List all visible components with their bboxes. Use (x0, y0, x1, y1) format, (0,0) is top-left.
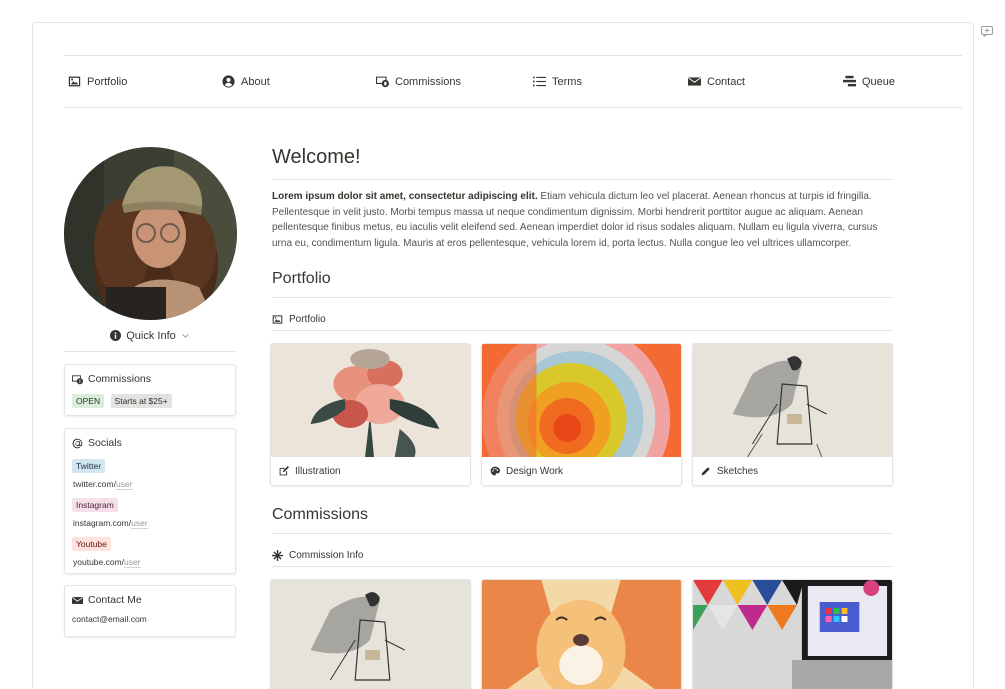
instagram-link[interactable]: instagram.com/user (73, 518, 228, 529)
nav-label: Commissions (395, 75, 462, 88)
commissions-card-title: Commissions (88, 373, 152, 385)
top-nav: Portfolio About Commissions Terms Contac… (64, 55, 962, 108)
contact-card: Contact Me contact@email.com (64, 585, 236, 637)
gallery-card-sketches[interactable]: Sketches (692, 343, 893, 486)
nav-label: Terms (552, 75, 582, 88)
sketches-thumbnail (693, 344, 892, 457)
image-icon (272, 314, 283, 324)
nav-contact[interactable]: Contact (688, 75, 745, 88)
commission-card-sketch[interactable] (270, 579, 471, 689)
commissions-card: Commissions OPEN Starts at $25+ (64, 364, 236, 416)
envelope-icon (72, 596, 83, 604)
youtube-tag: Youtube (72, 537, 111, 551)
intro-paragraph: Lorem ipsum dolor sit amet, consectetur … (272, 189, 893, 251)
intro-bold: Lorem ipsum dolor sit amet, consectetur … (272, 191, 538, 202)
gallery-card-label: Sketches (717, 465, 759, 477)
commissions-heading: Commissions (272, 506, 893, 534)
commission-info-link[interactable]: Commission Info (272, 544, 893, 567)
at-icon (72, 438, 83, 448)
design-work-thumbnail (482, 344, 681, 457)
money-icon (72, 374, 83, 384)
profile-photo (64, 147, 237, 320)
commission-info-label: Commission Info (289, 549, 364, 561)
nav-label: About (241, 75, 270, 88)
twitter-link[interactable]: twitter.com/user (73, 479, 228, 490)
commission-card-design[interactable] (692, 579, 893, 689)
info-icon (110, 330, 122, 341)
nav-label: Contact (707, 75, 745, 88)
quick-info-label: Quick Info (126, 330, 176, 342)
asterisk-icon (272, 549, 283, 561)
palette-icon (490, 466, 500, 476)
commission-card-watercolor[interactable] (481, 579, 682, 689)
gallery-card-illustration[interactable]: Illustration (270, 343, 471, 486)
money-icon (376, 76, 389, 88)
status-badge: OPEN (72, 394, 105, 408)
gallery-card-label: Illustration (295, 465, 341, 477)
list-icon (533, 76, 546, 87)
nav-queue[interactable]: Queue (843, 75, 895, 88)
page-title: Welcome! (272, 146, 893, 180)
nav-portfolio[interactable]: Portfolio (68, 75, 127, 88)
socials-card-title: Socials (88, 437, 122, 449)
youtube-link[interactable]: youtube.com/user (73, 557, 228, 568)
portfolio-page-link[interactable]: Portfolio (272, 308, 893, 331)
nav-label: Queue (862, 75, 896, 88)
illustration-thumbnail (271, 344, 470, 457)
envelope-icon (688, 77, 701, 86)
portfolio-link-label: Portfolio (289, 313, 326, 325)
instagram-tag: Instagram (72, 498, 118, 512)
profile-avatar (64, 147, 237, 320)
stack-icon (843, 75, 856, 87)
nav-terms[interactable]: Terms (533, 75, 582, 88)
socials-card: Socials Twitter twitter.com/user Instagr… (64, 428, 236, 574)
chevron-down-icon (182, 334, 189, 338)
gallery-card-label: Design Work (506, 465, 564, 477)
nav-commissions[interactable]: Commissions (376, 75, 461, 88)
contact-email[interactable]: contact@email.com (72, 614, 228, 624)
watercolor-fox-thumbnail (482, 580, 681, 689)
user-circle-icon (222, 75, 235, 88)
contact-card-title: Contact Me (88, 594, 142, 606)
image-icon (68, 76, 81, 87)
nav-about[interactable]: About (222, 75, 270, 88)
twitter-tag: Twitter (72, 459, 106, 473)
comment-icon[interactable] (981, 26, 993, 37)
quick-info-toggle[interactable]: Quick Info (64, 330, 236, 352)
laptop-thumbnail (693, 580, 892, 689)
edit-icon (279, 466, 289, 476)
pencil-icon (701, 467, 710, 476)
sketch-thumbnail (271, 580, 470, 689)
portfolio-heading: Portfolio (272, 270, 893, 298)
nav-label: Portfolio (87, 75, 128, 88)
gallery-card-design-work[interactable]: Design Work (481, 343, 682, 486)
price-badge: Starts at $25+ (110, 394, 172, 408)
